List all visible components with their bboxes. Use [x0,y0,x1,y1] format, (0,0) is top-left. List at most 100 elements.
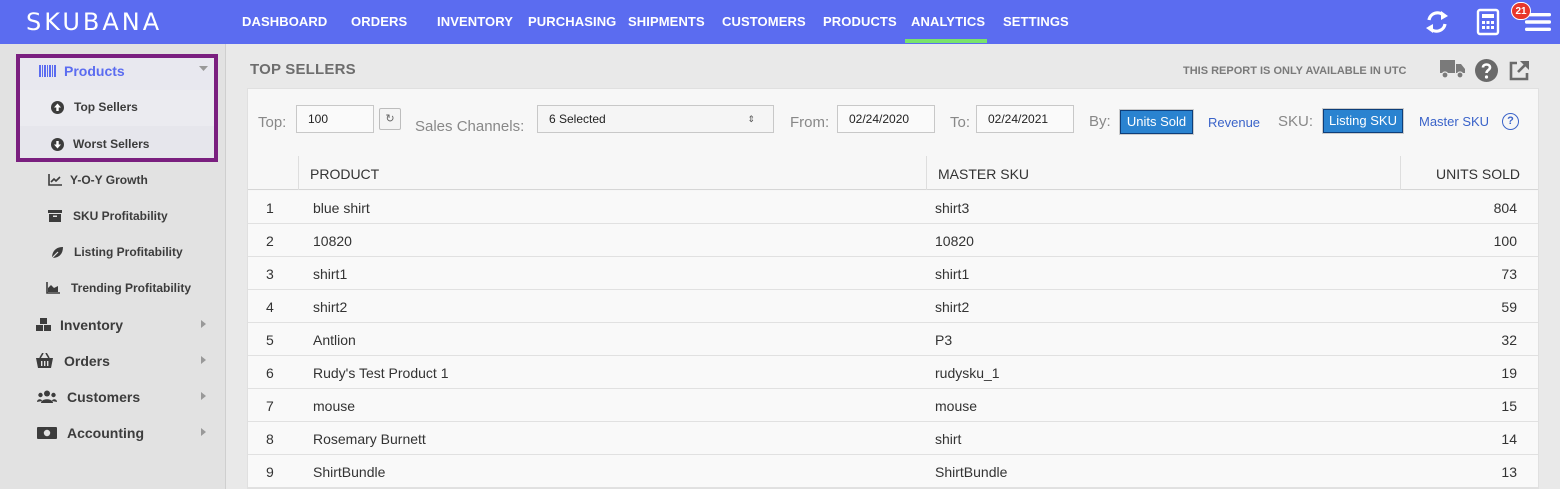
master-sku-cell: P3 [935,332,953,348]
row-rank: 3 [266,266,274,282]
units-sold-cell: 59 [1501,299,1517,315]
sidebar-item-inventory[interactable]: Inventory [60,317,123,333]
arrow-up-circle-icon [51,101,64,114]
sidebar-sub-label[interactable]: Top Sellers [74,100,138,114]
barcode-icon [39,65,56,77]
area-chart-icon [46,282,60,294]
row-rank: 6 [266,365,274,381]
master-sku-cell: shirt1 [935,266,970,282]
master-sku-cell: 10820 [935,233,974,249]
caret-down-icon[interactable] [199,66,208,71]
table-row[interactable] [248,257,1538,290]
arrow-down-circle-icon [51,138,64,151]
sales-channels-select[interactable]: 6 Selected ⇕ [537,105,774,133]
archive-icon [48,210,62,222]
product-cell: shirt2 [313,299,348,315]
sidebar-item-orders[interactable]: Orders [64,353,110,369]
master-sku-cell: shirt2 [935,299,970,315]
table-row[interactable] [248,191,1538,224]
external-link-icon[interactable] [1508,60,1530,82]
truck-icon[interactable] [1440,60,1465,78]
product-cell: mouse [313,398,356,414]
product-cell: Rosemary Burnett [313,431,426,447]
product-cell: Antlion [313,332,356,348]
sidebar-item-sku-profitability[interactable]: SKU Profitability [73,209,168,223]
notification-badge[interactable]: 21 [1511,2,1531,20]
column-header-product[interactable]: PRODUCT [310,166,379,182]
nav-inventory[interactable]: INVENTORY [437,14,513,29]
top-label: Top: [258,114,287,131]
listing-sku-toggle[interactable]: Listing SKU [1323,109,1403,133]
nav-dashboard[interactable]: DASHBOARD [242,14,327,29]
nav-customers[interactable]: CUSTOMERS [722,14,806,29]
nav-orders[interactable]: ORDERS [351,14,407,29]
units-sold-cell: 100 [1493,233,1517,249]
units-sold-cell: 19 [1501,365,1517,381]
nav-analytics[interactable]: ANALYTICS [911,14,985,29]
reset-top-button[interactable]: ↻ [379,108,401,130]
units-sold-cell: 804 [1493,200,1517,216]
units-sold-cell: 14 [1501,431,1517,447]
sidebar-products-label[interactable]: Products [64,63,125,79]
active-nav-indicator [905,39,987,43]
table-row[interactable] [248,290,1538,323]
sidebar-item-trending-profitability[interactable]: Trending Profitability [71,281,191,295]
chevron-right-icon [201,392,206,400]
row-rank: 2 [266,233,274,249]
column-divider [298,156,299,190]
table-header [248,156,1538,190]
revenue-toggle[interactable]: Revenue [1208,115,1260,130]
refresh-icon[interactable] [1423,8,1451,36]
top-nav-bar: SKUBANA DASHBOARD ORDERS INVENTORY PURCH… [0,0,1560,44]
row-rank: 9 [266,464,274,480]
table-row[interactable] [248,224,1538,257]
column-header-units-sold[interactable]: UNITS SOLD [1436,166,1520,182]
nav-settings[interactable]: SETTINGS [1003,14,1069,29]
master-sku-cell: rudysku_1 [935,365,1000,381]
product-cell: Rudy's Test Product 1 [313,365,449,381]
sidebar-item-customers[interactable]: Customers [67,389,140,405]
units-sold-cell: 73 [1501,266,1517,282]
sales-channels-value: 6 Selected [549,112,606,126]
cubes-icon [36,318,51,331]
calculator-icon[interactable] [1474,8,1502,36]
from-date-input[interactable] [837,105,935,133]
sku-help-icon[interactable]: ? [1502,113,1519,130]
master-sku-cell: shirt [935,431,962,447]
skubana-logo[interactable]: SKUBANA [26,8,162,36]
sales-channels-label: Sales Channels: [415,118,525,135]
table-row[interactable] [248,389,1538,422]
select-arrows-icon: ⇕ [747,114,755,124]
product-cell: shirt1 [313,266,348,282]
row-rank: 4 [266,299,274,315]
users-icon [37,390,57,403]
nav-products[interactable]: PRODUCTS [823,14,897,29]
product-cell: 10820 [313,233,352,249]
units-sold-toggle[interactable]: Units Sold [1120,110,1193,134]
table-row[interactable] [248,455,1538,488]
sidebar-sub-label[interactable]: Worst Sellers [73,137,149,151]
master-sku-cell: mouse [935,398,978,414]
nav-purchasing[interactable]: PURCHASING [528,14,616,29]
row-rank: 5 [266,332,274,348]
chevron-right-icon [201,356,206,364]
table-row[interactable] [248,422,1538,455]
utc-notice: THIS REPORT IS ONLY AVAILABLE IN UTC [1183,65,1407,77]
sidebar-item-yoy-growth[interactable]: Y-O-Y Growth [70,173,148,187]
to-date-input[interactable] [976,105,1074,133]
leaf-icon [50,247,63,259]
sidebar-item-listing-profitability[interactable]: Listing Profitability [74,245,183,259]
chevron-right-icon [201,428,206,436]
help-circle-icon[interactable] [1475,59,1498,82]
column-header-master-sku[interactable]: MASTER SKU [938,166,1029,182]
units-sold-cell: 15 [1501,398,1517,414]
master-sku-toggle[interactable]: Master SKU [1419,114,1489,129]
table-row[interactable] [248,323,1538,356]
nav-shipments[interactable]: SHIPMENTS [628,14,705,29]
basket-icon [36,353,53,368]
master-sku-cell: shirt3 [935,200,970,216]
top-count-input[interactable] [296,105,374,133]
units-sold-cell: 13 [1501,464,1517,480]
sidebar-item-accounting[interactable]: Accounting [67,425,144,441]
sku-label: SKU: [1278,113,1314,130]
